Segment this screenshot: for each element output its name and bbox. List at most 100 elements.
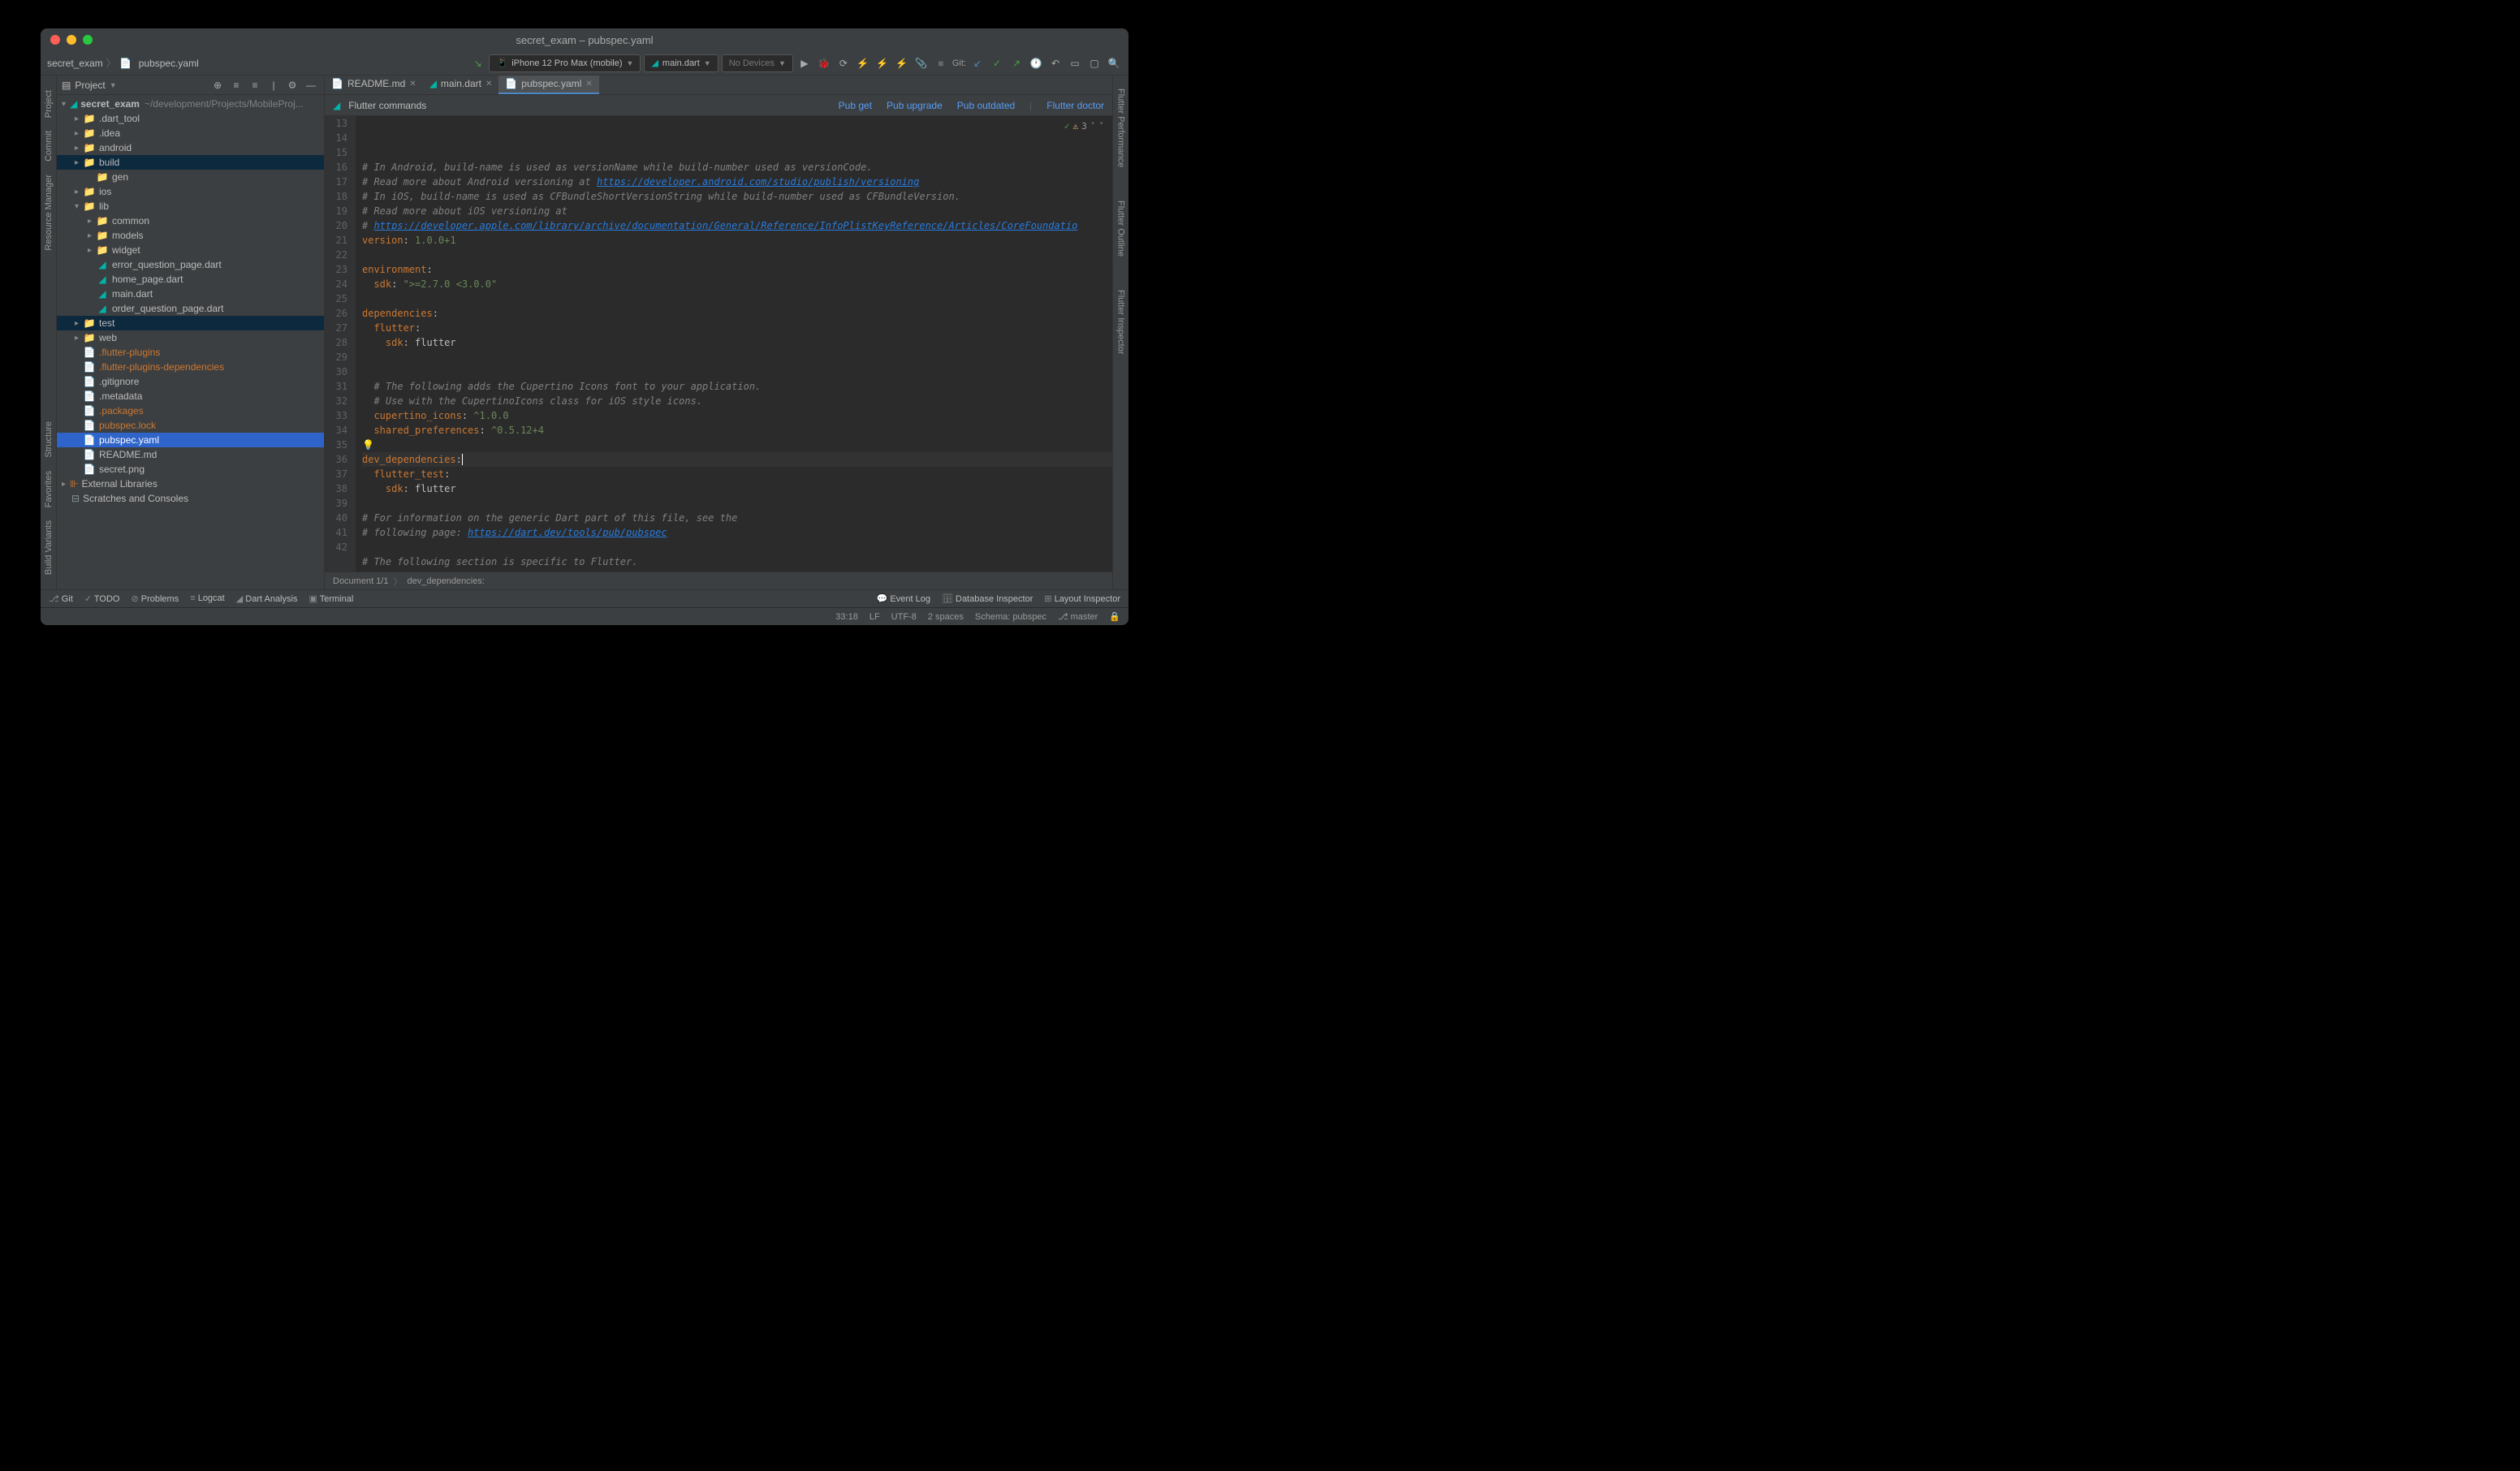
tree-item[interactable]: ▾📁lib <box>57 199 324 214</box>
bottom-tool-tab[interactable]: ⊘ Problems <box>131 593 179 604</box>
tree-item[interactable]: ▸📁build <box>57 155 324 170</box>
code-editor[interactable]: 1314151617181920212223242526272829303132… <box>325 116 1112 572</box>
tree-arrow-icon[interactable]: ▸ <box>88 231 96 240</box>
close-tab-icon[interactable]: ✕ <box>485 80 492 88</box>
tree-item[interactable]: ▸📁test <box>57 316 324 330</box>
avd-icon[interactable]: ▭ <box>1067 55 1083 71</box>
flutter-command-link[interactable]: Pub outdated <box>957 100 1015 111</box>
run-button[interactable]: ▶ <box>796 55 813 71</box>
tree-arrow-icon[interactable]: ▸ <box>75 144 83 153</box>
editor-tab[interactable]: ◢main.dart✕ <box>423 75 499 94</box>
chevron-down-icon[interactable]: ▾ <box>62 100 70 109</box>
locate-icon[interactable]: ⊕ <box>209 77 226 93</box>
minimize-window-button[interactable] <box>67 35 76 45</box>
tree-item[interactable]: ▸📁common <box>57 214 324 228</box>
git-pull-icon[interactable]: ↙ <box>969 55 986 71</box>
tool-tab[interactable]: Structure <box>42 415 55 464</box>
tree-item[interactable]: 📄.metadata <box>57 389 324 403</box>
flutter-command-link[interactable]: Pub get <box>839 100 872 111</box>
search-icon[interactable]: 🔍 <box>1106 55 1122 71</box>
tree-item[interactable]: 📄.flutter-plugins <box>57 345 324 360</box>
tree-item[interactable]: ▸📁ios <box>57 184 324 199</box>
chevron-up-icon[interactable]: ˆ <box>1090 119 1096 134</box>
tool-tab[interactable]: Project <box>42 84 55 124</box>
rollback-icon[interactable]: ↶ <box>1047 55 1064 71</box>
tree-arrow-icon[interactable]: ▸ <box>75 158 83 167</box>
tree-arrow-icon[interactable]: ▸ <box>75 188 83 196</box>
bottom-tool-tab[interactable]: 🗄 Database Inspector <box>942 593 1033 604</box>
project-panel-title[interactable]: Project <box>75 80 105 91</box>
tool-tab[interactable]: Commit <box>42 124 55 168</box>
tree-item[interactable]: 📄.flutter-plugins-dependencies <box>57 360 324 374</box>
sdk-icon[interactable]: ▢ <box>1086 55 1102 71</box>
tree-scratches[interactable]: ⊟ Scratches and Consoles <box>57 491 324 506</box>
bottom-tool-tab[interactable]: ◢ Dart Analysis <box>236 593 298 604</box>
no-devices-selector[interactable]: No Devices ▼ <box>722 54 793 72</box>
run-config-selector[interactable]: ◢ main.dart ▼ <box>644 54 718 72</box>
tree-item[interactable]: 📄pubspec.lock <box>57 418 324 433</box>
flutter-command-link[interactable]: Pub upgrade <box>887 100 943 111</box>
tree-arrow-icon[interactable]: ▸ <box>88 246 96 255</box>
close-tab-icon[interactable]: ✕ <box>409 80 416 88</box>
tree-item[interactable]: ◢main.dart <box>57 287 324 301</box>
collapse-icon[interactable]: ≡ <box>247 77 263 93</box>
tree-item[interactable]: 📄secret.png <box>57 462 324 477</box>
line-separator[interactable]: LF <box>869 612 880 622</box>
schema-indicator[interactable]: Schema: pubspec <box>975 612 1046 622</box>
bottom-tool-tab[interactable]: ⎇ Git <box>49 593 73 604</box>
git-commit-icon[interactable]: ✓ <box>989 55 1005 71</box>
gear-icon[interactable]: ⚙ <box>284 77 300 93</box>
tree-arrow-icon[interactable]: ▸ <box>75 114 83 123</box>
tree-item[interactable]: ▸📁.idea <box>57 126 324 140</box>
tree-item[interactable]: ▸📁models <box>57 228 324 243</box>
expand-icon[interactable]: ≡ <box>228 77 244 93</box>
profile-button[interactable]: ⚡ <box>855 55 871 71</box>
git-push-icon[interactable]: ↗ <box>1008 55 1025 71</box>
tree-arrow-icon[interactable]: ▸ <box>75 334 83 343</box>
git-branch[interactable]: ⎇ master <box>1058 611 1098 622</box>
bottom-tool-tab[interactable]: ⊞ Layout Inspector <box>1044 593 1120 604</box>
tree-item[interactable]: 📁gen <box>57 170 324 184</box>
tree-arrow-icon[interactable]: ▾ <box>75 202 83 211</box>
close-window-button[interactable] <box>50 35 60 45</box>
hot-restart-button[interactable]: ⚡ <box>894 55 910 71</box>
tree-item[interactable]: ◢order_question_page.dart <box>57 301 324 316</box>
tree-item[interactable]: 📄.gitignore <box>57 374 324 389</box>
chevron-right-icon[interactable]: ▸ <box>62 480 70 489</box>
tree-arrow-icon[interactable]: ▸ <box>75 319 83 328</box>
bottom-tool-tab[interactable]: ✓ TODO <box>84 593 120 604</box>
editor-tab[interactable]: 📄README.md✕ <box>325 75 423 94</box>
device-selector[interactable]: 📱 iPhone 12 Pro Max (mobile) ▼ <box>489 54 641 72</box>
tool-tab[interactable]: Flutter Inspector <box>1115 283 1128 360</box>
tree-item[interactable]: ◢error_question_page.dart <box>57 257 324 272</box>
chevron-down-icon[interactable]: ▼ <box>110 81 117 89</box>
stop-button[interactable]: ■ <box>933 55 949 71</box>
tree-item[interactable]: ◢home_page.dart <box>57 272 324 287</box>
close-tab-icon[interactable]: ✕ <box>585 80 592 88</box>
tree-item[interactable]: ▸📁widget <box>57 243 324 257</box>
tree-item[interactable]: 📄pubspec.yaml <box>57 433 324 447</box>
hot-reload-button[interactable]: ⚡ <box>874 55 891 71</box>
debug-button[interactable]: 🐞 <box>816 55 832 71</box>
tool-tab[interactable]: Resource Manager <box>42 168 55 257</box>
tree-arrow-icon[interactable]: ▸ <box>75 129 83 138</box>
indent-setting[interactable]: 2 spaces <box>928 612 964 622</box>
crumb-doc[interactable]: Document 1/1 <box>333 576 388 586</box>
bottom-tool-tab[interactable]: ▣ Terminal <box>309 593 353 604</box>
tool-tab[interactable]: Build Variants <box>42 514 55 581</box>
line-gutter[interactable]: 1314151617181920212223242526272829303132… <box>325 116 356 572</box>
tool-tab[interactable]: Favorites <box>42 464 55 514</box>
file-encoding[interactable]: UTF-8 <box>891 612 917 622</box>
history-icon[interactable]: 🕐 <box>1028 55 1044 71</box>
breadcrumb[interactable]: secret_exam 〉 📄 pubspec.yaml <box>47 56 199 70</box>
breadcrumb-project[interactable]: secret_exam <box>47 58 103 69</box>
maximize-window-button[interactable] <box>83 35 93 45</box>
flutter-command-link[interactable]: Flutter doctor <box>1046 100 1104 111</box>
inspection-badge[interactable]: ✓ ⚠ 3 ˆ ˇ <box>1064 119 1104 134</box>
project-tree[interactable]: ▾ ◢ secret_exam ~/development/Projects/M… <box>57 95 324 589</box>
chevron-down-icon[interactable]: ˇ <box>1098 119 1104 134</box>
editor-breadcrumb[interactable]: Document 1/1 〉 dev_dependencies: <box>325 572 1112 589</box>
cursor-position[interactable]: 33:18 <box>835 612 858 622</box>
tool-tab[interactable]: Flutter Outline <box>1115 194 1128 263</box>
tree-arrow-icon[interactable]: ▸ <box>88 217 96 226</box>
